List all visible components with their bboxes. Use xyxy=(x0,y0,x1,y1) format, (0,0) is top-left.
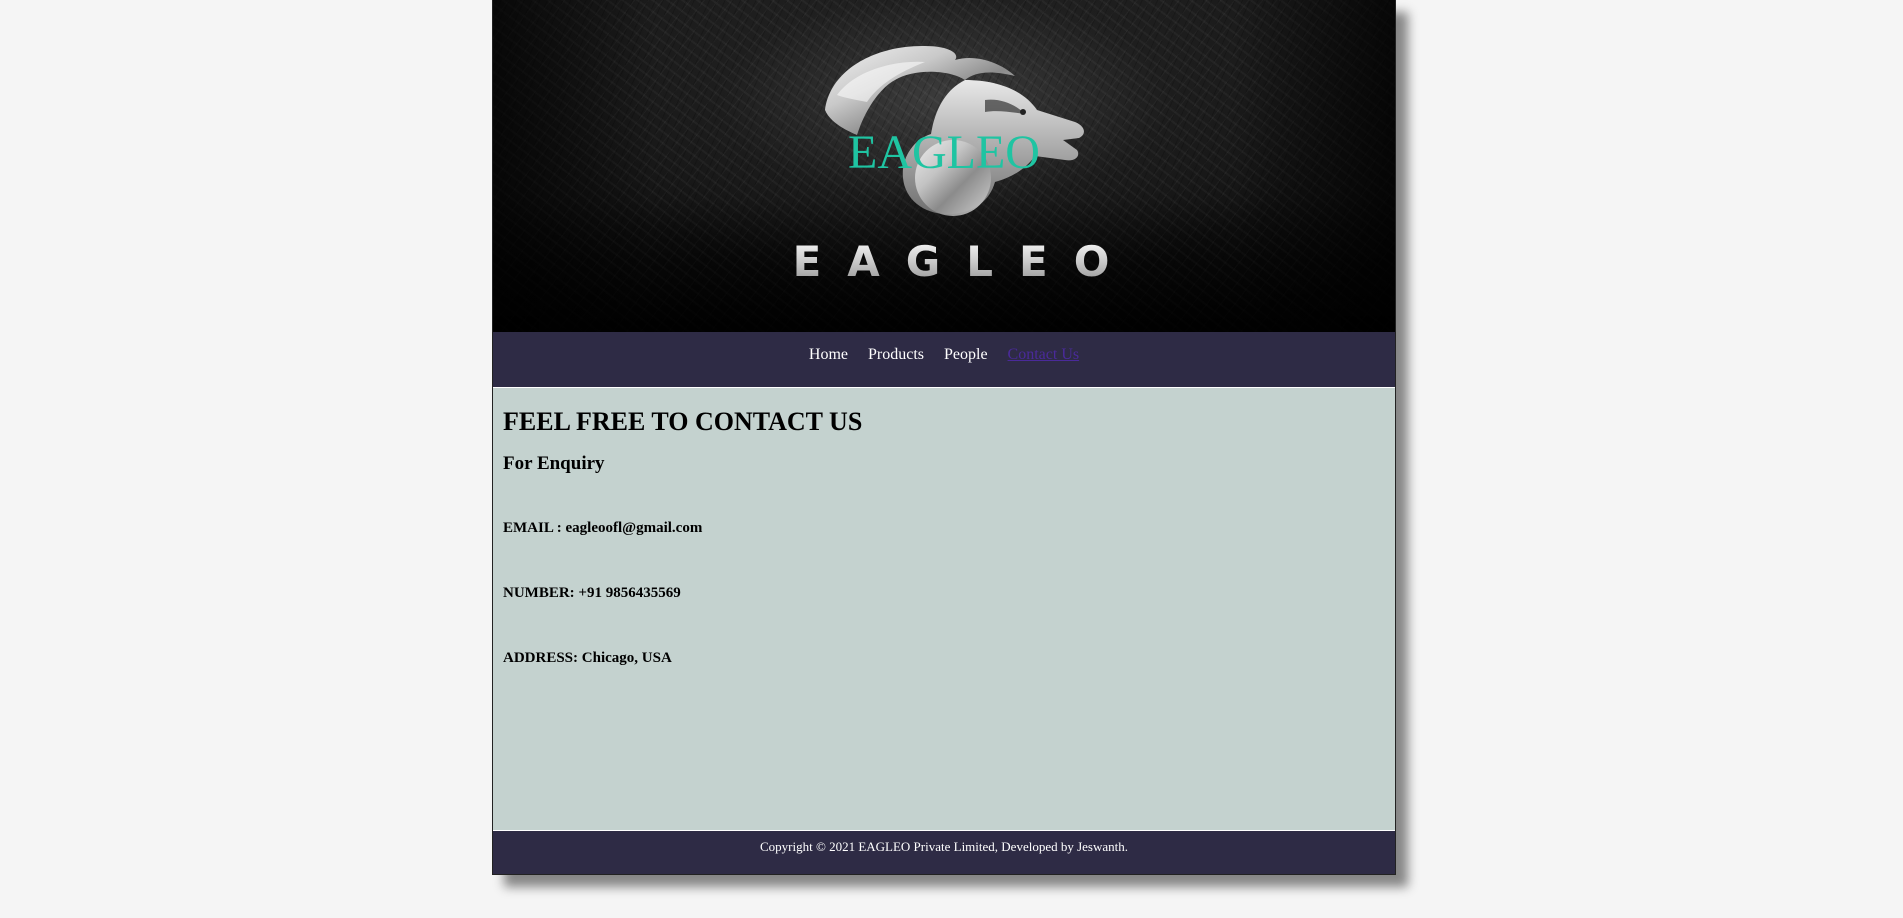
nav-people-link[interactable]: People xyxy=(944,346,988,364)
nav-products-link[interactable]: Products xyxy=(868,346,924,364)
footer-copyright: Copyright © 2021 EAGLEO Private Limited,… xyxy=(759,839,1129,854)
contact-number: NUMBER: +91 9856435569 xyxy=(503,585,681,601)
page-heading: FEEL FREE TO CONTACT US xyxy=(503,407,863,436)
brand-wordmark: EAGLEO xyxy=(733,236,1169,288)
site-title: EAGLEO xyxy=(848,126,1040,179)
header-banner: EAGLEO EAGLEO xyxy=(493,0,1395,332)
page-container: EAGLEO EAGLEO Home Products People Conta… xyxy=(492,0,1396,875)
contact-content: FEEL FREE TO CONTACT US For Enquiry EMAI… xyxy=(493,387,1395,831)
contact-email: EMAIL : eagleoofl@gmail.com xyxy=(503,520,703,536)
contact-address: ADDRESS: Chicago, USA xyxy=(503,650,672,666)
nav-contact-us-link[interactable]: Contact Us xyxy=(1008,346,1080,364)
footer: Copyright © 2021 EAGLEO Private Limited,… xyxy=(493,831,1395,874)
nav-home-link[interactable]: Home xyxy=(809,346,848,364)
main-nav: Home Products People Contact Us xyxy=(493,332,1395,386)
enquiry-subheading: For Enquiry xyxy=(503,453,605,474)
